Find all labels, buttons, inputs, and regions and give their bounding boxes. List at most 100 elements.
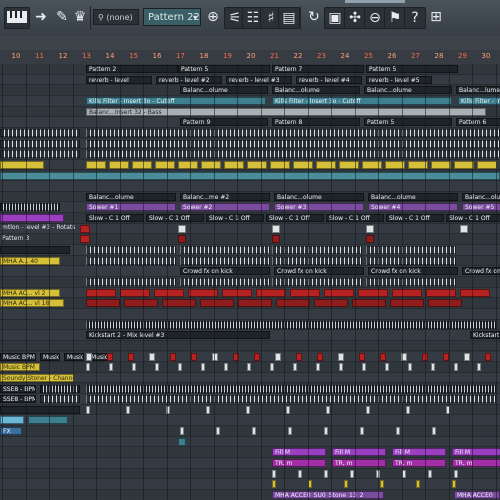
automation-clip[interactable]: reverb - level #4: [296, 75, 362, 84]
note-pattern-clip[interactable]: [86, 128, 500, 137]
note-clip[interactable]: [254, 352, 260, 361]
pattern-clip[interactable]: TR, m: [392, 459, 446, 468]
note-clip[interactable]: [350, 469, 354, 478]
note-clip[interactable]: [298, 469, 302, 478]
pattern-clip[interactable]: [352, 299, 386, 308]
automation-clip[interactable]: Balanc...olume: [274, 192, 364, 201]
note-pattern-clip[interactable]: [180, 246, 270, 255]
pattern-clip[interactable]: SSE8 - BPM: [0, 384, 36, 393]
automation-clip[interactable]: Crowd fx on kick: [274, 267, 364, 276]
note-clip[interactable]: [252, 427, 256, 436]
automation-clip[interactable]: Crowd fx on kick: [180, 267, 270, 276]
pattern-clip[interactable]: Pattern 9: [180, 118, 268, 127]
pattern-clip[interactable]: [390, 299, 424, 308]
pattern-clip[interactable]: Pattern 6: [456, 118, 500, 127]
note-pattern-clip[interactable]: [86, 278, 176, 286]
note-pattern-clip[interactable]: [86, 246, 176, 255]
note-clip[interactable]: [454, 469, 458, 478]
pattern-clip[interactable]: [28, 416, 68, 425]
note-pattern-clip[interactable]: [86, 395, 496, 404]
note-clip[interactable]: [107, 352, 113, 361]
note-clip[interactable]: [366, 405, 370, 414]
note-clip[interactable]: [155, 363, 159, 372]
note-pattern-clip[interactable]: [86, 384, 496, 393]
pattern-clip[interactable]: Slow - C 1 Off: [266, 214, 324, 223]
note-pattern-clip[interactable]: [366, 246, 456, 255]
pattern-clip[interactable]: Fill M: [272, 448, 326, 457]
automation-clip[interactable]: Crowd fx on kick: [462, 267, 500, 276]
note-pattern-clip[interactable]: [86, 150, 500, 159]
note-clip[interactable]: [128, 352, 134, 361]
note-clip[interactable]: [431, 363, 435, 372]
note-clip[interactable]: [286, 405, 290, 414]
note-pattern-clip[interactable]: [180, 256, 270, 265]
pattern-clip[interactable]: [477, 160, 497, 169]
note-clip[interactable]: [326, 405, 330, 414]
note-clip[interactable]: [317, 352, 323, 361]
pattern-clip[interactable]: [272, 224, 280, 233]
pattern-clip[interactable]: Music BPM: [0, 352, 36, 361]
note-clip[interactable]: [233, 352, 239, 361]
note-clip[interactable]: [324, 469, 328, 478]
pattern-clip[interactable]: [201, 160, 221, 169]
pattern-clip[interactable]: [362, 160, 382, 169]
note-pattern-clip[interactable]: [366, 256, 456, 265]
note-clip[interactable]: [339, 363, 343, 372]
note-clip[interactable]: [178, 363, 182, 372]
pattern-clip[interactable]: Slow - C 1 Off: [146, 214, 204, 223]
pattern-clip[interactable]: [270, 160, 290, 169]
pattern-clip[interactable]: [339, 160, 359, 169]
note-clip[interactable]: [206, 405, 210, 414]
note-clip[interactable]: [272, 480, 276, 489]
automation-clip[interactable]: Balanc...olume: [86, 192, 176, 201]
automation-clip[interactable]: Balanc...olume: [462, 192, 500, 201]
note-clip[interactable]: [432, 427, 436, 436]
automation-clip[interactable]: Balanc...me #2: [180, 192, 270, 201]
automation-clip[interactable]: Balanc...olume: [180, 86, 268, 95]
note-clip[interactable]: [406, 405, 410, 414]
pattern-clip[interactable]: TR, m: [452, 459, 500, 468]
pattern-clip[interactable]: [86, 299, 120, 308]
pattern-clip[interactable]: MHA ACCE0: [454, 491, 500, 499]
automation-clip[interactable]: Crowd fx on kick: [368, 267, 458, 276]
note-clip[interactable]: [362, 363, 366, 372]
note-clip[interactable]: [324, 427, 328, 436]
note-clip[interactable]: [126, 405, 130, 414]
note-clip[interactable]: [380, 352, 386, 361]
pattern-clip[interactable]: Slow - C 1 Off: [86, 214, 144, 223]
pattern-clip[interactable]: [80, 235, 90, 244]
pattern-clip[interactable]: [460, 288, 490, 297]
pattern-clip[interactable]: [154, 288, 184, 297]
note-clip[interactable]: [396, 427, 400, 436]
pattern-clip[interactable]: [272, 235, 280, 244]
note-clip[interactable]: [86, 352, 92, 361]
automation-clip[interactable]: Balanc...lume: [456, 86, 500, 95]
pattern-clip[interactable]: Fill M: [452, 448, 500, 457]
pattern-clip[interactable]: SSE8 - BPM: [0, 395, 36, 404]
pattern-clip[interactable]: MHA A... 40: [0, 256, 60, 265]
note-clip[interactable]: [296, 352, 302, 361]
note-clip[interactable]: [338, 352, 344, 361]
pattern-clip[interactable]: Sower #1: [86, 203, 176, 212]
note-clip[interactable]: [316, 363, 320, 372]
pattern-clip[interactable]: Slow - C 1 Off: [206, 214, 264, 223]
note-clip[interactable]: [477, 363, 481, 372]
pattern-clip[interactable]: [0, 214, 64, 223]
note-clip[interactable]: [149, 352, 155, 361]
pattern-clip[interactable]: Music BPM: [64, 352, 84, 361]
note-clip[interactable]: [275, 352, 281, 361]
pattern-clip[interactable]: Slow - C 1 Off: [446, 214, 500, 223]
note-clip[interactable]: [402, 469, 406, 478]
note-clip[interactable]: [344, 480, 348, 489]
pattern-clip[interactable]: [80, 224, 90, 233]
automation-clip[interactable]: Kickstart 2 - Mix level #3: [86, 331, 270, 340]
pattern-clip[interactable]: MHA ACCE0_SU0_Stone_13_2: [272, 491, 384, 499]
note-clip[interactable]: [464, 352, 470, 361]
note-clip[interactable]: [86, 405, 90, 414]
pattern-clip[interactable]: [460, 224, 468, 233]
pattern-clip[interactable]: Sower #5: [462, 203, 500, 212]
pattern-clip[interactable]: MHA AC... vl 2: [0, 288, 60, 297]
pattern-clip[interactable]: Pattern 2: [86, 65, 178, 73]
pattern-clip[interactable]: [392, 288, 422, 297]
pattern-clip[interactable]: [0, 405, 80, 414]
